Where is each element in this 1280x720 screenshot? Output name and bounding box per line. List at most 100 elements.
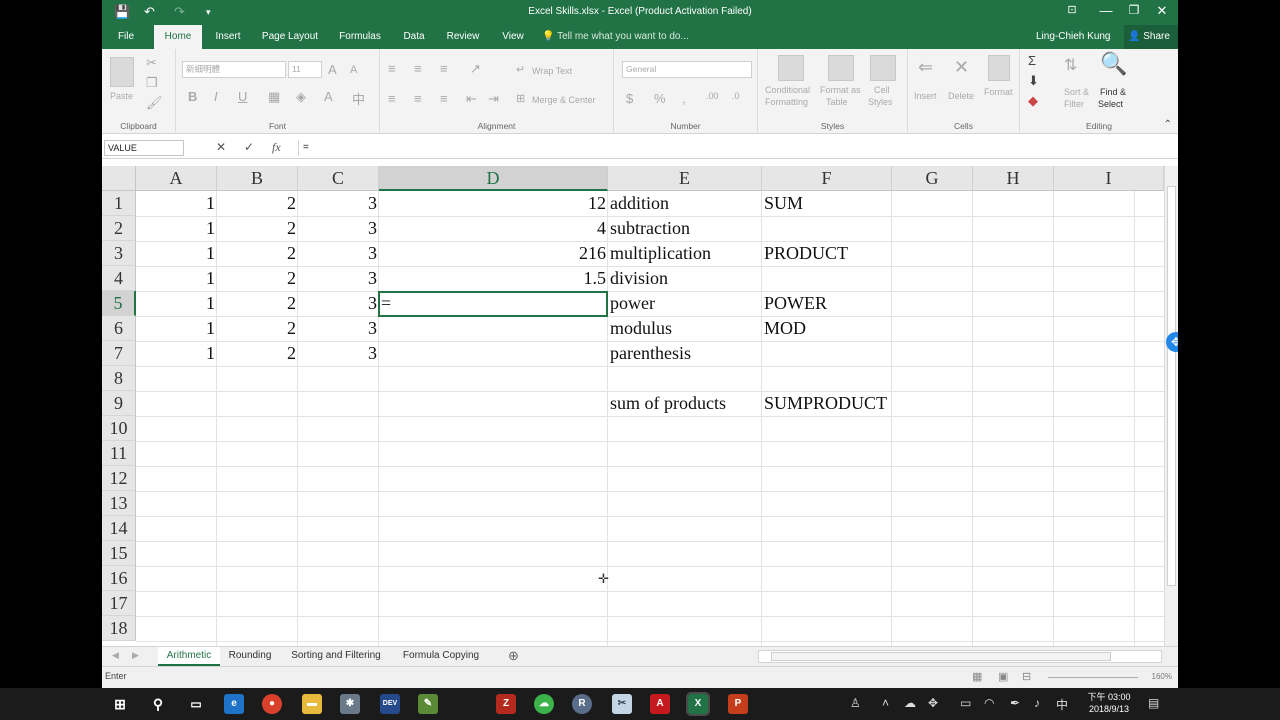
row-header-17[interactable]: 17 — [102, 591, 136, 616]
decrease-font-icon[interactable]: A — [350, 64, 357, 76]
tab-file[interactable]: File — [106, 25, 146, 49]
acrobat-icon[interactable]: A — [650, 694, 670, 714]
cell-e3[interactable]: multiplication — [608, 241, 762, 266]
number-format-combo[interactable]: General — [622, 61, 752, 78]
cell-d2[interactable]: 4 — [379, 216, 608, 241]
row-header-14[interactable]: 14 — [102, 516, 136, 541]
prev-sheet-icon[interactable]: ◀ — [112, 650, 119, 661]
horizontal-scroll-thumb[interactable] — [771, 652, 1111, 661]
notification-center-icon[interactable]: ▤ — [1148, 696, 1159, 710]
cell-a7[interactable]: 1 — [136, 341, 217, 366]
sheet-tab-formula-copying[interactable]: Formula Copying — [394, 647, 488, 666]
select-all-corner[interactable] — [102, 166, 136, 191]
cell-e9[interactable]: sum of products — [608, 391, 762, 416]
page-break-view-icon[interactable]: ⊟ — [1022, 670, 1031, 683]
cell-c6[interactable]: 3 — [298, 316, 379, 341]
column-header-f[interactable]: F — [762, 166, 892, 191]
row-header-15[interactable]: 15 — [102, 541, 136, 566]
vertical-scroll-thumb[interactable] — [1167, 186, 1176, 586]
column-header-h[interactable]: H — [973, 166, 1054, 191]
cell-d4[interactable]: 1.5 — [379, 266, 608, 291]
cell-e1[interactable]: addition — [608, 191, 762, 216]
wrap-text-icon[interactable]: ↵ — [516, 63, 525, 76]
format-cells-icon[interactable] — [988, 55, 1010, 81]
row-header-9[interactable]: 9 — [102, 391, 136, 416]
pen-icon[interactable]: ✒ — [1010, 696, 1020, 710]
minimize-button[interactable]: — — [1096, 3, 1116, 21]
increase-decimal-icon[interactable]: .00 — [706, 91, 719, 101]
cell-styles-label[interactable]: Cell — [874, 85, 890, 95]
vertical-scrollbar[interactable] — [1164, 166, 1178, 646]
show-hidden-icons-icon[interactable]: ˄ — [882, 696, 889, 710]
restore-button[interactable]: ❐ — [1124, 3, 1144, 21]
format-cells-label[interactable]: Format — [984, 87, 1013, 97]
add-sheet-icon[interactable]: ⊕ — [508, 648, 519, 664]
cell-c7[interactable]: 3 — [298, 341, 379, 366]
cell-b4[interactable]: 2 — [217, 266, 298, 291]
row-header-16[interactable]: 16 — [102, 566, 136, 591]
cell-f6[interactable]: MOD — [762, 316, 892, 341]
volume-icon[interactable]: ♪ — [1034, 696, 1040, 710]
insert-cells-icon[interactable]: ⇐ — [918, 57, 933, 78]
formula-input[interactable]: = — [298, 140, 1164, 156]
cell-f3[interactable]: PRODUCT — [762, 241, 892, 266]
sheet-tab-sorting-filtering[interactable]: Sorting and Filtering — [282, 647, 390, 666]
cell-e6[interactable]: modulus — [608, 316, 762, 341]
delete-cells-icon[interactable]: ✕ — [954, 57, 969, 78]
cell-d3[interactable]: 216 — [379, 241, 608, 266]
column-header-d[interactable]: D — [379, 166, 608, 191]
increase-font-icon[interactable]: A — [328, 62, 337, 77]
increase-indent-icon[interactable]: ⇥ — [488, 91, 499, 107]
notepad-plus-icon[interactable]: ✎ — [418, 694, 438, 714]
cell-d1[interactable]: 12 — [379, 191, 608, 216]
cell-c5[interactable]: 3 — [298, 291, 379, 316]
format-as-table-label-2[interactable]: Table — [826, 97, 848, 107]
row-header-2[interactable]: 2 — [102, 216, 136, 241]
copy-icon[interactable]: ❐ — [146, 75, 158, 91]
tab-insert[interactable]: Insert — [206, 25, 250, 49]
wrap-text-label[interactable]: Wrap Text — [532, 66, 572, 76]
row-header-18[interactable]: 18 — [102, 616, 136, 641]
file-explorer-icon[interactable]: ▬ — [302, 694, 322, 714]
snipping-tool-icon[interactable]: ✂ — [612, 694, 632, 714]
ribbon-display-options-icon[interactable]: ⊡ — [1062, 3, 1082, 21]
excel-taskbar-icon[interactable]: X — [686, 692, 710, 716]
align-top-icon[interactable]: ≡ — [388, 61, 396, 76]
cell-f5[interactable]: POWER — [762, 291, 892, 316]
search-icon[interactable]: ⚲ — [148, 694, 168, 714]
cell-a1[interactable]: 1 — [136, 191, 217, 216]
merge-center-icon[interactable]: ⊞ — [516, 92, 525, 105]
bold-icon[interactable]: B — [188, 89, 197, 104]
find-select-label[interactable]: Find & — [1100, 87, 1126, 97]
align-left-icon[interactable]: ≡ — [388, 91, 396, 106]
network-app-icon[interactable]: ✱ — [340, 694, 360, 714]
next-sheet-icon[interactable]: ▶ — [132, 650, 139, 661]
column-header-a[interactable]: A — [136, 166, 217, 191]
collapse-ribbon-icon[interactable]: ⌃ — [1164, 119, 1172, 130]
cell-e7[interactable]: parenthesis — [608, 341, 762, 366]
onedrive-icon[interactable]: ☁ — [904, 696, 916, 710]
powerpoint-taskbar-icon[interactable]: P — [728, 694, 748, 714]
phonetic-icon[interactable]: 中 — [352, 89, 365, 108]
underline-icon[interactable]: U — [238, 89, 247, 104]
taskbar-clock[interactable]: 下午 03:00 2018/9/13 — [1078, 691, 1140, 715]
paste-icon[interactable] — [110, 57, 134, 87]
tell-me-search[interactable]: 💡 Tell me what you want to do... — [542, 25, 689, 49]
font-name-combo[interactable]: 新細明體 — [182, 61, 286, 78]
cell-f9[interactable]: SUMPRODUCT — [762, 391, 892, 416]
row-header-4[interactable]: 4 — [102, 266, 136, 291]
battery-icon[interactable]: ▭ — [960, 696, 971, 710]
cell-c1[interactable]: 3 — [298, 191, 379, 216]
row-header-1[interactable]: 1 — [102, 191, 136, 216]
conditional-formatting-label[interactable]: Conditional — [765, 85, 810, 95]
row-header-10[interactable]: 10 — [102, 416, 136, 441]
cell-b2[interactable]: 2 — [217, 216, 298, 241]
decrease-indent-icon[interactable]: ⇤ — [466, 91, 477, 107]
horizontal-scrollbar[interactable] — [758, 650, 1162, 663]
clear-icon[interactable]: ◆ — [1028, 93, 1038, 109]
decrease-decimal-icon[interactable]: .0 — [732, 91, 740, 101]
align-center-icon[interactable]: ≡ — [414, 91, 422, 106]
filezilla-icon[interactable]: Z — [496, 694, 516, 714]
cell-e4[interactable]: division — [608, 266, 762, 291]
cancel-formula-icon[interactable]: ✕ — [216, 140, 226, 154]
